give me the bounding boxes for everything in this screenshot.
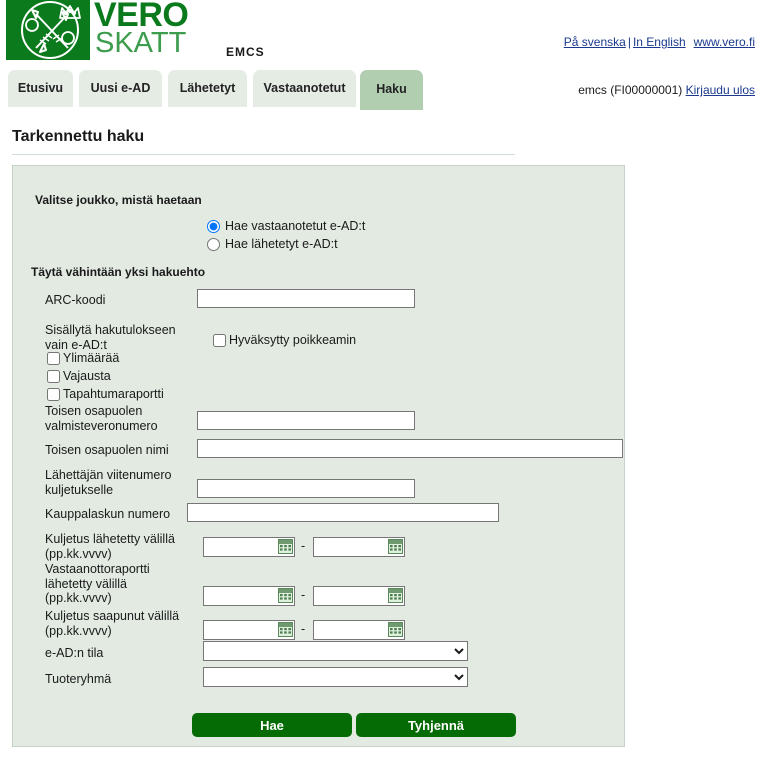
scope-legend: Valitse joukko, mistä haetaan — [35, 193, 202, 207]
input-toisen-osapuolen-nimi[interactable] — [197, 439, 623, 458]
radio-row-sent[interactable]: Hae lähetetyt e-AD:t — [207, 236, 365, 252]
title-divider — [12, 154, 515, 155]
label-ead-tila: e-AD:n tila — [45, 646, 104, 660]
checkbox-row-ylimaaraa[interactable]: Ylimäärää — [47, 351, 119, 365]
link-in-english[interactable]: In English — [633, 35, 686, 49]
tab-vastaanotetut[interactable]: Vastaanotetut — [253, 70, 356, 107]
link-separator: | — [627, 35, 631, 49]
checkbox-vajausta[interactable] — [47, 369, 60, 383]
radio-row-received[interactable]: Hae vastaanotetut e-AD:t — [207, 218, 365, 234]
tab-uusi-e-ad[interactable]: Uusi e-AD — [79, 70, 162, 107]
criteria-legend: Täytä vähintään yksi hakuehto — [31, 265, 206, 279]
label-toisen-osapuolen-nimi: Toisen osapuolen nimi — [45, 443, 169, 457]
link-pa-svenska[interactable]: På svenska — [564, 35, 626, 49]
input-arc-koodi[interactable] — [197, 289, 415, 308]
checkbox-row-hyvaksytty-poikkeamin[interactable]: Hyväksytty poikkeamin — [213, 333, 356, 347]
header-language-links: På svenska | In English www.vero.fi — [564, 35, 755, 49]
datefield-dispatch-from[interactable] — [203, 537, 295, 557]
calendar-icon[interactable] — [278, 588, 293, 603]
select-tuoteryhma[interactable] — [203, 667, 468, 687]
calendar-icon[interactable] — [278, 622, 293, 637]
logo-text-skatt: SKATT — [95, 27, 187, 59]
search-button[interactable]: Hae — [192, 713, 352, 737]
checkbox-label-tapahtumaraportti[interactable]: Tapahtumaraportti — [63, 387, 164, 401]
dash-dispatch: - — [301, 539, 306, 553]
tab-lahetetyt[interactable]: Lähetetyt — [168, 70, 247, 107]
tab-haku[interactable]: Haku — [360, 70, 423, 110]
calendar-icon[interactable] — [278, 539, 293, 554]
calendar-icon[interactable] — [388, 588, 403, 603]
main-navigation-tabs: Etusivu Uusi e-AD Lähetetyt Vastaanotetu… — [0, 70, 765, 110]
tabbar-baseline — [0, 110, 765, 111]
radio-hae-lahetetyt[interactable] — [207, 237, 220, 251]
label-sisallyta-hakutulokseen: Sisällytä hakutulokseen vain e-AD:t — [45, 323, 176, 352]
logo-wordmark: VERO SKATT — [94, 0, 202, 60]
calendar-icon[interactable] — [388, 622, 403, 637]
label-kuljetus-lahetetty-valilla: Kuljetus lähetetty välillä (pp.kk.vvvv) — [45, 532, 175, 561]
label-kauppalaskun-numero: Kauppalaskun numero — [45, 507, 171, 521]
page-title: Tarkennettu haku — [12, 128, 145, 145]
checkbox-label-ylimaaraa[interactable]: Ylimäärää — [63, 351, 119, 365]
tab-etusivu[interactable]: Etusivu — [8, 70, 73, 107]
dash-arrival: - — [301, 622, 306, 636]
radio-label-hae-lahetetyt[interactable]: Hae lähetetyt e-AD:t — [225, 237, 338, 251]
checkbox-label-vajausta[interactable]: Vajausta — [63, 369, 111, 383]
datefield-report-from[interactable] — [203, 586, 295, 606]
checkbox-tapahtumaraportti[interactable] — [47, 387, 60, 401]
label-toisen-osapuolen-valmisteveronumero: Toisen osapuolen valmisteveronumero — [45, 404, 158, 433]
label-arc-koodi: ARC-koodi — [45, 293, 106, 307]
input-lahettajan-viitenumero[interactable] — [197, 479, 415, 498]
vero-emblem-icon — [6, 0, 90, 60]
radio-hae-vastaanotetut[interactable] — [207, 219, 220, 233]
checkbox-label-hyvaksytty-poikkeamin[interactable]: Hyväksytty poikkeamin — [229, 333, 356, 347]
page-header: VERO SKATT EMCS På svenska | In English www… — [0, 0, 765, 97]
advanced-search-panel: Valitse joukko, mistä haetaan Hae vastaa… — [12, 165, 625, 747]
checkbox-row-tapahtumaraportti[interactable]: Tapahtumaraportti — [47, 387, 164, 401]
scope-radio-group: Hae vastaanotetut e-AD:t Hae lähetetyt e… — [207, 218, 365, 254]
calendar-icon[interactable] — [388, 539, 403, 554]
label-vastaanottoraportti-lahetetty-valilla: Vastaanottoraportti lähetetty välillä (p… — [45, 562, 150, 605]
dash-report: - — [301, 588, 306, 602]
input-kauppalaskun-numero[interactable] — [187, 503, 499, 522]
checkbox-row-vajausta[interactable]: Vajausta — [47, 369, 111, 383]
checkbox-hyvaksytty-poikkeamin[interactable] — [213, 333, 226, 347]
label-tuoteryhma: Tuoteryhmä — [45, 672, 112, 686]
checkbox-ylimaaraa[interactable] — [47, 351, 60, 365]
datefield-report-to[interactable] — [313, 586, 405, 606]
label-lahettajan-viitenumero: Lähettäjän viitenumero kuljetukselle — [45, 468, 172, 497]
clear-button[interactable]: Tyhjennä — [356, 713, 516, 737]
datefield-arrival-to[interactable] — [313, 620, 405, 640]
datefield-arrival-from[interactable] — [203, 620, 295, 640]
application-name: EMCS — [226, 45, 265, 59]
input-toisen-osapuolen-valmisteveronumero[interactable] — [197, 411, 415, 430]
radio-label-hae-vastaanotetut[interactable]: Hae vastaanotetut e-AD:t — [225, 219, 365, 233]
vero-skatt-logo[interactable]: VERO SKATT — [6, 0, 202, 60]
label-kuljetus-saapunut-valilla: Kuljetus saapunut välillä (pp.kk.vvvv) — [45, 609, 180, 638]
select-ead-tila[interactable] — [203, 641, 468, 661]
datefield-dispatch-to[interactable] — [313, 537, 405, 557]
link-vero-fi[interactable]: www.vero.fi — [694, 35, 755, 49]
